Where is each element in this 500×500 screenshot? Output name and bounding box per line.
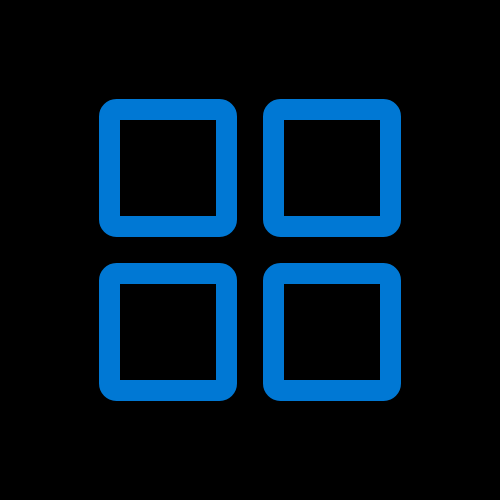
tile-top-right [263,99,401,237]
grid-view-icon-svg [99,99,401,401]
tile-bottom-right [263,263,401,401]
grid-view-icon [0,0,500,500]
tile-bottom-left [99,263,237,401]
tile-top-left [99,99,237,237]
app-icon-canvas [0,0,500,500]
